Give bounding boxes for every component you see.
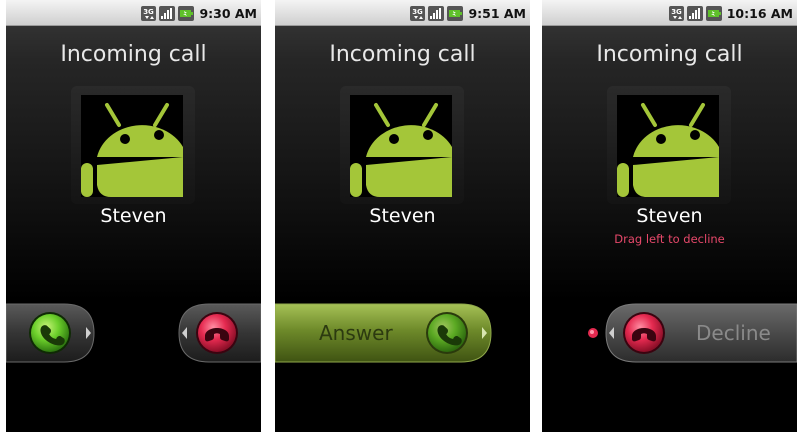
answer-label: Answer [319, 321, 393, 345]
phone-screen-1: 3G 9:30 AM Incoming call Steven [6, 0, 261, 432]
status-time: 10:16 AM [726, 5, 793, 21]
3g-icon: 3G [141, 5, 157, 21]
caller-name: Steven [369, 205, 436, 227]
signal-bars-icon [159, 5, 176, 21]
svg-text:3G: 3G [144, 8, 155, 16]
call-title: Incoming call [329, 42, 476, 67]
caller-photo-frame [607, 86, 731, 204]
status-bar: 3G 9:51 AM [275, 0, 530, 26]
svg-text:3G: 3G [671, 8, 682, 16]
3g-icon: 3G [668, 5, 684, 21]
battery-icon [705, 5, 722, 21]
status-bar: 3G 9:30 AM [6, 0, 261, 26]
android-robot-icon [81, 95, 183, 197]
signal-bars-icon [428, 5, 445, 21]
drag-target-dot [588, 328, 598, 338]
decline-label: Decline [696, 321, 771, 345]
caller-name: Steven [636, 205, 703, 227]
phone-screen-3: 3G 10:16 AM Incoming call Steven Drag le… [542, 0, 797, 432]
battery-icon [447, 5, 464, 21]
decline-hint: Drag left to decline [614, 232, 725, 246]
phone-screen-2: 3G 9:51 AM Incoming call Steven Answer [275, 0, 530, 432]
3g-icon: 3G [410, 5, 426, 21]
phone-answer-icon [426, 312, 468, 354]
signal-bars-icon [686, 5, 703, 21]
svg-text:3G: 3G [413, 8, 424, 16]
decline-slider-handle[interactable] [177, 302, 261, 364]
answer-slider-handle[interactable] [6, 302, 98, 364]
phone-hangup-icon [623, 312, 665, 354]
phone-answer-icon [29, 312, 71, 354]
caller-photo-frame [71, 86, 195, 204]
caller-name: Steven [100, 205, 167, 227]
call-title: Incoming call [60, 42, 207, 67]
android-robot-icon [617, 95, 719, 197]
status-time: 9:51 AM [468, 5, 526, 21]
phone-hangup-icon [196, 312, 238, 354]
battery-icon [178, 5, 195, 21]
android-robot-icon [350, 95, 452, 197]
status-bar: 3G 10:16 AM [542, 0, 797, 26]
caller-photo-frame [340, 86, 464, 204]
call-title: Incoming call [596, 42, 743, 67]
status-time: 9:30 AM [199, 5, 257, 21]
